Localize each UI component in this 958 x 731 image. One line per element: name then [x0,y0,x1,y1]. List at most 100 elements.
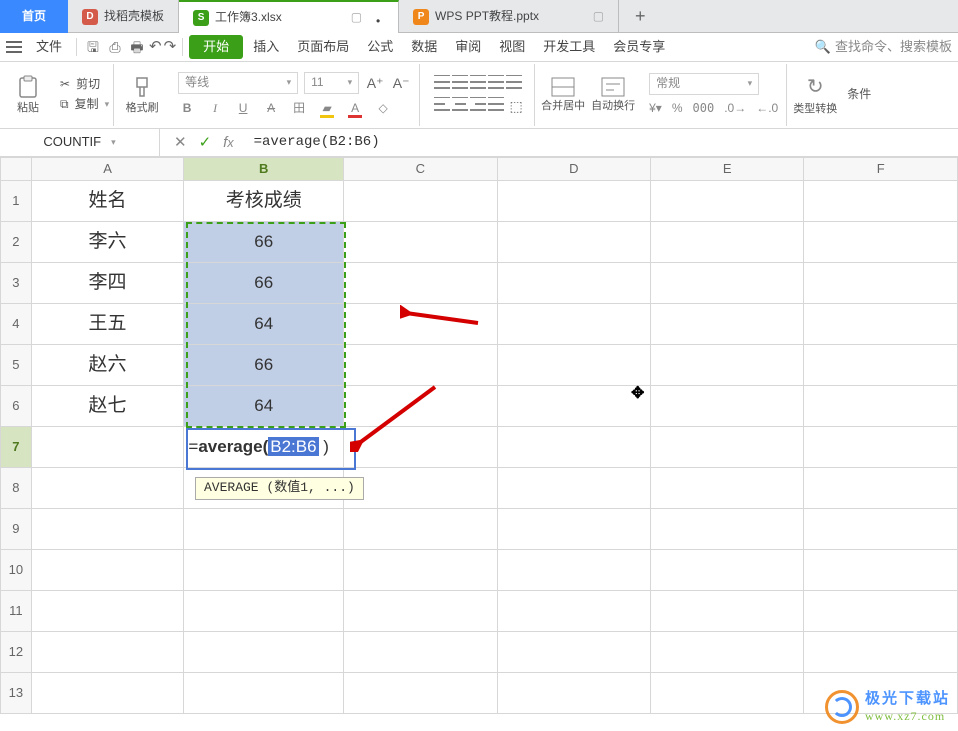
indent-dec-icon[interactable] [488,75,504,89]
cell[interactable]: 64 [184,304,344,345]
cell[interactable]: 赵六 [31,345,184,386]
menu-file[interactable]: 文件 [28,35,70,60]
menu-data[interactable]: 数据 [403,35,445,60]
row-header[interactable]: 3 [1,263,32,304]
border-button[interactable]: 田 [290,100,308,118]
number-format-combo[interactable]: 常规▾ [649,73,759,95]
align-left-icon[interactable] [434,97,450,111]
undo-icon[interactable]: ↶ [149,37,162,57]
paste-button[interactable]: 粘贴 [6,64,50,126]
name-box[interactable]: COUNTIF▾ [0,129,160,157]
italic-button[interactable]: I [206,100,224,118]
decrease-font-icon[interactable]: A⁻ [391,74,411,92]
dec-decimal-icon[interactable]: ←.0 [756,101,778,117]
currency-icon[interactable]: ¥▾ [649,101,662,117]
menu-formulas[interactable]: 公式 [359,35,401,60]
row-header[interactable]: 7 [1,427,32,468]
row-header[interactable]: 10 [1,550,32,591]
orientation-icon[interactable]: ⬚ [506,97,526,115]
format-painter-button[interactable]: 格式刷 [120,64,164,126]
menu-layout[interactable]: 页面布局 [289,35,357,60]
comma-icon[interactable]: 000 [693,101,715,117]
col-header[interactable]: F [804,158,958,181]
col-header[interactable]: B [184,158,344,181]
align-right-icon[interactable] [470,97,486,111]
window-icon[interactable]: ▢ [351,10,362,26]
indent-inc-icon[interactable] [506,75,522,89]
strike-button[interactable]: A [262,100,280,118]
row-header[interactable]: 5 [1,345,32,386]
menu-vip[interactable]: 会员专享 [605,35,673,60]
row-header[interactable]: 2 [1,222,32,263]
align-center-icon[interactable] [452,97,468,111]
cell[interactable]: 姓名 [31,181,184,222]
inc-decimal-icon[interactable]: .0→ [724,101,746,117]
cell[interactable]: 赵七 [31,386,184,427]
search-command[interactable]: 🔍 查找命令、搜索模板 [815,39,952,56]
cell[interactable]: 66 [184,263,344,304]
percent-icon[interactable]: % [672,101,683,117]
menu-view[interactable]: 视图 [491,35,533,60]
print-preview-icon[interactable]: ⎙ [105,38,125,56]
cell[interactable]: 66 [184,222,344,263]
tab-home[interactable]: 首页 [0,0,68,33]
increase-font-icon[interactable]: A⁺ [365,74,385,92]
redo-icon[interactable]: ↷ [164,37,177,57]
merge-button[interactable]: 合并居中 [541,64,585,126]
cell[interactable]: 李六 [31,222,184,263]
recycle-button[interactable]: ↻ 类型转换 [793,64,837,126]
cell[interactable]: 考核成绩 [184,181,344,222]
fill-color-button[interactable]: ▰ [318,100,336,118]
col-header[interactable]: D [497,158,650,181]
sheet-area[interactable]: A B C D E F 1 姓名 考核成绩 2 李六 66 3 李四 66 4 … [0,157,958,731]
align-bottom-icon[interactable] [470,75,486,89]
align-top-icon[interactable] [434,75,450,89]
save-icon[interactable]: 🖫 [83,38,103,56]
fx-icon[interactable]: fx [223,133,233,153]
align-middle-icon[interactable] [452,75,468,89]
select-all-corner[interactable] [1,158,32,181]
menu-start[interactable]: 开始 [189,35,243,60]
row-header[interactable]: 12 [1,632,32,673]
menu-dev[interactable]: 开发工具 [535,35,603,60]
cell[interactable]: 64 [184,386,344,427]
tab-workbook[interactable]: S 工作簿3.xlsx ▢ • [179,0,399,33]
row-header[interactable]: 1 [1,181,32,222]
formula-input[interactable]: =average(B2:B6) [248,133,958,151]
print-icon[interactable]: 🖶 [127,38,147,56]
cut-button[interactable]: ✂剪切 [60,77,109,93]
window-icon[interactable]: ▢ [593,9,604,25]
grid[interactable]: A B C D E F 1 姓名 考核成绩 2 李六 66 3 李四 66 4 … [0,157,958,714]
row-header[interactable]: 6 [1,386,32,427]
copy-button[interactable]: ⧉复制▾ [60,97,109,113]
bold-button[interactable]: B [178,100,196,118]
row-header[interactable]: 13 [1,673,32,714]
col-header[interactable]: A [31,158,184,181]
col-header[interactable]: C [344,158,497,181]
menu-insert[interactable]: 插入 [245,35,287,60]
size-combo[interactable]: 11▾ [304,72,359,94]
row-header[interactable]: 4 [1,304,32,345]
underline-button[interactable]: U [234,100,252,118]
cell[interactable]: 66 [184,345,344,386]
cell[interactable]: 李四 [31,263,184,304]
cell[interactable]: 王五 [31,304,184,345]
row-header[interactable]: 8 [1,468,32,509]
tab-template[interactable]: D 找稻壳模板 [68,0,179,33]
conditional-label[interactable]: 条件 [847,87,871,103]
wrap-button[interactable]: 自动换行 [591,64,635,126]
col-header[interactable]: E [651,158,804,181]
row-header[interactable]: 11 [1,591,32,632]
justify-icon[interactable] [488,97,504,111]
tab-ppt[interactable]: P WPS PPT教程.pptx ▢ [399,0,619,33]
font-color-button[interactable]: A [346,100,364,118]
row-header[interactable]: 9 [1,509,32,550]
phonetic-button[interactable]: ◇ [374,100,392,118]
cell-editing[interactable]: =average(B2:B6 ) [184,427,344,468]
tab-add[interactable]: + [619,0,662,33]
cancel-formula-icon[interactable]: ✕ [174,133,187,153]
font-combo[interactable]: 等线▾ [178,72,298,94]
accept-formula-icon[interactable]: ✓ [199,133,212,153]
menu-review[interactable]: 审阅 [447,35,489,60]
hamburger-icon[interactable] [6,41,22,53]
